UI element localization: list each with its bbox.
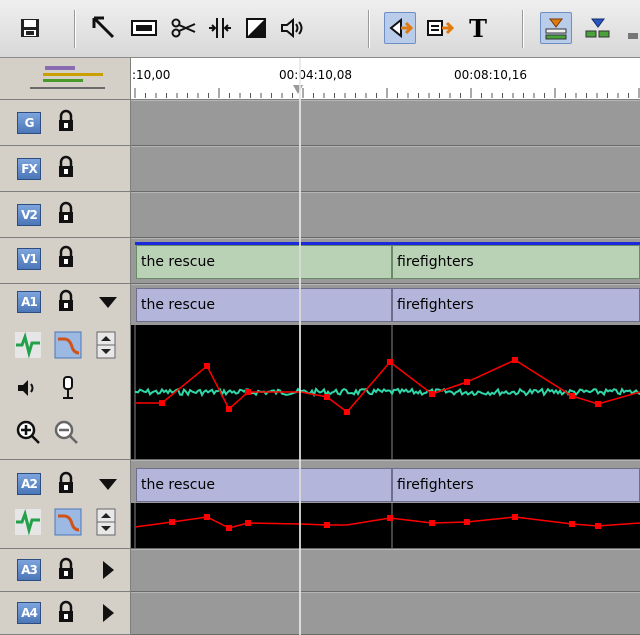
microphone-icon[interactable]: [54, 374, 82, 402]
insert-mode-button[interactable]: [384, 12, 416, 44]
clip-the-rescue[interactable]: the rescue: [136, 468, 300, 502]
expand-track-button[interactable]: [96, 601, 120, 625]
arrow-pointer-icon: [92, 16, 115, 39]
lock-icon[interactable]: [55, 600, 77, 624]
trim-tool-button[interactable]: [204, 12, 236, 44]
clip-segment[interactable]: [300, 245, 392, 279]
zoom-bars-icon: [30, 66, 105, 89]
chevron-down-icon: [99, 479, 117, 490]
track-row-a3[interactable]: [131, 549, 640, 592]
toolbar-separator: [368, 10, 370, 48]
speaker-icon: [281, 17, 303, 39]
clip-the-rescue[interactable]: the rescue: [136, 245, 300, 279]
track-badge-a4[interactable]: A4: [17, 602, 41, 624]
toolbar-separator: [522, 10, 524, 48]
spin-stepper[interactable]: [92, 331, 120, 359]
overwrite-mode-button[interactable]: [424, 12, 456, 44]
timeline-ruler[interactable]: :10,00 00:04:10,08 00:08:10,16: [131, 58, 640, 100]
title-text-icon: T: [469, 13, 487, 43]
keyboard-tool-button[interactable]: [128, 12, 160, 44]
track-row-fx[interactable]: [131, 146, 640, 192]
track-row-g[interactable]: [131, 100, 640, 146]
clip-firefighters[interactable]: firefighters: [392, 468, 640, 502]
ruler-corner[interactable]: [0, 58, 131, 100]
lock-icon[interactable]: [55, 289, 77, 313]
overflow-icon: [628, 33, 638, 39]
cut-tool-button[interactable]: [168, 12, 200, 44]
track-header-a4: A4: [0, 592, 131, 635]
rubberband-keyframes: [159, 357, 601, 415]
spin-stepper[interactable]: [92, 508, 120, 536]
rubberband-keyframes: [169, 514, 601, 531]
waveform-view-button[interactable]: [14, 331, 42, 359]
clip-segment[interactable]: [300, 288, 392, 322]
scissors-icon: [171, 18, 196, 38]
zoom-out-icon[interactable]: [52, 418, 80, 446]
marker-b-button[interactable]: [582, 12, 614, 44]
select-tool-button[interactable]: [88, 12, 120, 44]
playhead-marker: [293, 85, 303, 94]
lock-icon[interactable]: [55, 201, 77, 225]
track-header-fx: FX: [0, 146, 131, 192]
save-button[interactable]: [14, 12, 46, 44]
track-header-a3: A3: [0, 549, 131, 592]
track-badge-v2[interactable]: V2: [17, 204, 41, 226]
toolbar-separator: [74, 10, 76, 48]
track-badge-g[interactable]: G: [17, 112, 41, 134]
toolbar: T: [0, 0, 640, 58]
trim-icon: [209, 18, 231, 38]
track-header-v1: V1: [0, 238, 131, 284]
volume-rubberband: [135, 359, 640, 414]
clip-firefighters[interactable]: firefighters: [392, 245, 640, 279]
marker-orange-icon: [545, 18, 567, 40]
chevron-right-icon: [103, 561, 114, 579]
lock-icon[interactable]: [55, 155, 77, 179]
contrast-icon: [246, 18, 266, 38]
toolbar-overflow[interactable]: [624, 12, 640, 44]
lock-icon[interactable]: [55, 471, 77, 495]
track-badge-a2[interactable]: A2: [17, 473, 41, 495]
track-header-a1: A1: [0, 284, 131, 460]
clip-segment[interactable]: [300, 468, 392, 502]
track-badge-v1[interactable]: V1: [17, 248, 41, 270]
track-header-g: G: [0, 100, 131, 146]
track-badge-fx[interactable]: FX: [17, 158, 41, 180]
title-button[interactable]: T: [462, 12, 494, 44]
waveform-view-button[interactable]: [14, 508, 42, 536]
chevron-right-icon: [103, 604, 114, 622]
track-badge-a1[interactable]: A1: [17, 291, 41, 313]
lock-icon[interactable]: [55, 557, 77, 581]
track-row-v1[interactable]: the rescue firefighters: [131, 238, 640, 284]
track-row-a4[interactable]: [131, 592, 640, 635]
chevron-down-icon: [99, 297, 117, 308]
audio-tool-button[interactable]: [276, 12, 308, 44]
lock-icon[interactable]: [55, 245, 77, 269]
volume-curve-button[interactable]: [54, 508, 82, 536]
marker-blue-icon: [585, 18, 610, 38]
track-badge-a3[interactable]: A3: [17, 559, 41, 581]
volume-curve-button[interactable]: [54, 331, 82, 359]
clip-firefighters[interactable]: firefighters: [392, 288, 640, 322]
audio-waveform-a1[interactable]: [131, 325, 640, 459]
lock-icon[interactable]: [55, 109, 77, 133]
marker-a-button[interactable]: [540, 12, 572, 44]
zoom-in-icon[interactable]: [14, 418, 42, 446]
clip-the-rescue[interactable]: the rescue: [136, 288, 300, 322]
keyboard-icon: [131, 20, 157, 36]
track-row-v2[interactable]: [131, 192, 640, 238]
speaker-icon[interactable]: [14, 374, 42, 402]
floppy-disk-icon: [21, 19, 39, 37]
overwrite-mode-icon: [427, 20, 454, 36]
fill-tool-button[interactable]: [240, 12, 272, 44]
ruler-ticks: [134, 85, 640, 98]
expand-track-button[interactable]: [96, 558, 120, 582]
track-header-a2: A2: [0, 460, 131, 549]
collapse-track-button[interactable]: [96, 290, 120, 314]
audio-waveform-a2[interactable]: [131, 503, 640, 548]
track-header-v2: V2: [0, 192, 131, 238]
collapse-track-button[interactable]: [96, 472, 120, 496]
insert-mode-icon: [389, 17, 413, 39]
